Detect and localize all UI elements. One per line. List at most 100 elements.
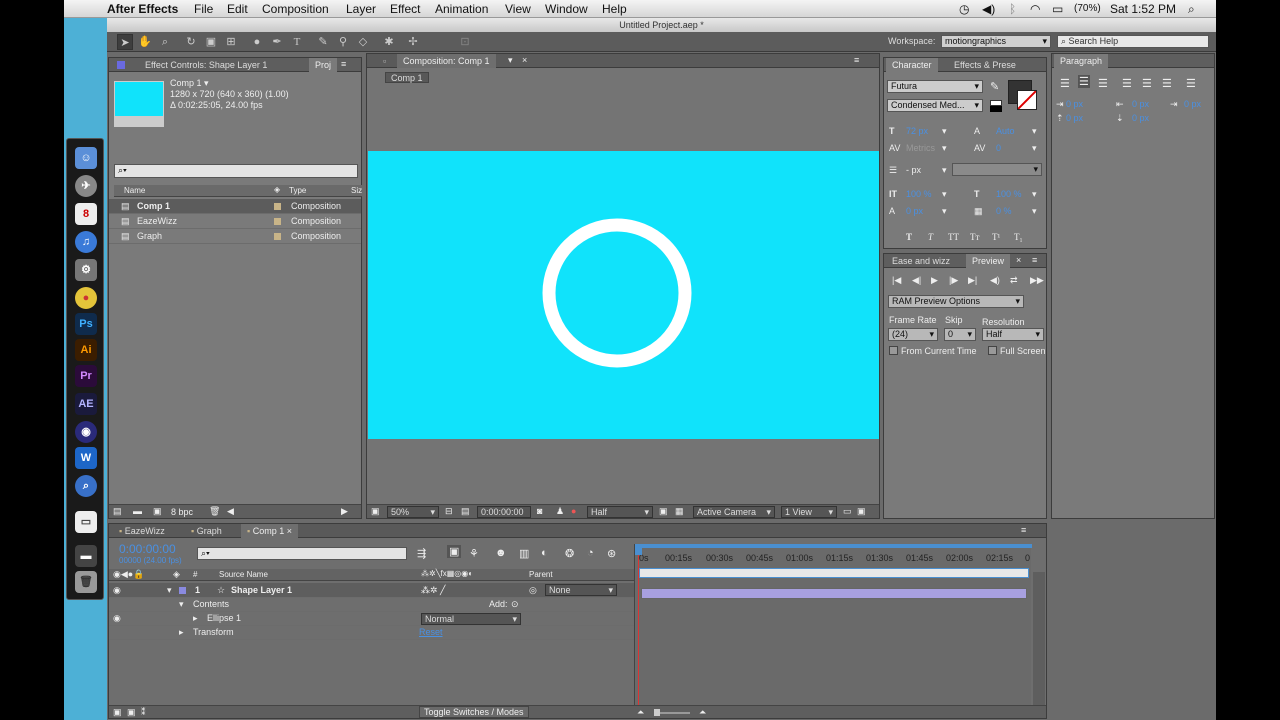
first-line-indent-value[interactable]: 0 px	[1184, 99, 1201, 109]
pan-behind-tool-icon[interactable]: ⊞	[223, 34, 239, 50]
tab-paragraph[interactable]: Paragraph	[1054, 54, 1109, 68]
show-snapshot-icon[interactable]: ♟	[556, 506, 564, 517]
parent-column[interactable]: Parent	[529, 570, 553, 579]
cinema4d-icon[interactable]: ◉	[75, 421, 97, 443]
layer-duration-bar[interactable]	[641, 588, 1027, 599]
space-before-value[interactable]: 0 px	[1066, 113, 1083, 123]
itunes-icon[interactable]: ♫	[75, 231, 97, 253]
toggle-pixel-aspect-icon[interactable]: ▭	[843, 506, 852, 517]
panel-menu-icon[interactable]: ≡	[341, 59, 346, 69]
tab-project[interactable]: Proj	[309, 58, 338, 72]
panel-menu-icon[interactable]: ≡	[1021, 525, 1026, 535]
tracking-value[interactable]: 0	[996, 143, 1001, 153]
launchpad-icon[interactable]: ✈	[75, 175, 97, 197]
column-size[interactable]: Siz	[351, 186, 362, 195]
illustrator-icon[interactable]: Ai	[75, 339, 97, 361]
label-column-icon[interactable]: ◈	[173, 569, 180, 580]
scroll-left-icon[interactable]: ◀	[227, 506, 234, 517]
volume-icon[interactable]: ◀)	[982, 2, 995, 16]
spotlight-icon[interactable]: ⌕	[1188, 2, 1195, 17]
label-swatch[interactable]	[274, 218, 281, 225]
column-name[interactable]: Name	[124, 186, 145, 195]
project-item[interactable]: ▤ Comp 1 Composition	[109, 199, 361, 214]
interpret-footage-icon[interactable]: ▤	[113, 506, 122, 517]
subscript-icon[interactable]: T₁	[1014, 232, 1023, 242]
project-item[interactable]: ▤ Graph Composition	[109, 229, 361, 244]
collapse-icon[interactable]: ▸	[179, 627, 184, 638]
justify-left-icon[interactable]: ☰	[1122, 77, 1132, 90]
channel-icon[interactable]: ●	[571, 506, 576, 516]
font-family-select[interactable]: Futura ▾	[887, 80, 983, 93]
resolution-select[interactable]: Half ▾	[587, 506, 653, 518]
search-help-input[interactable]: ⌕ Search Help	[1057, 35, 1209, 48]
chevron-down-icon[interactable]: ▾	[942, 206, 947, 217]
stroke-color-swatch[interactable]	[1017, 90, 1037, 110]
ellipse-stroke[interactable]	[542, 218, 692, 368]
layer-switches-icon[interactable]: ⁂✲ ╱	[421, 585, 445, 596]
tab-effects-presets[interactable]: Effects & Prese	[948, 58, 1022, 72]
snap-icon[interactable]: ⊡	[457, 34, 473, 50]
column-type[interactable]: Type	[289, 186, 306, 195]
next-frame-icon[interactable]: |▶	[949, 275, 958, 286]
indent-right-value[interactable]: 0 px	[1132, 99, 1149, 109]
bluetooth-icon[interactable]: ᛒ	[1009, 2, 1016, 16]
selection-tool-icon[interactable]: ➤	[117, 34, 133, 50]
tab-effect-controls[interactable]: Effect Controls: Shape Layer 1	[139, 58, 273, 72]
justify-right-icon[interactable]: ☰	[1162, 77, 1172, 90]
align-right-icon[interactable]: ☰	[1098, 77, 1108, 90]
last-frame-icon[interactable]: ▶|	[968, 275, 977, 286]
full-screen-checkbox[interactable]	[988, 346, 997, 355]
stroke-style-select[interactable]: ▾	[952, 163, 1042, 176]
workspace-select[interactable]: motiongraphics ▾	[941, 35, 1051, 48]
zoom-tool-icon[interactable]: ⌕	[157, 34, 173, 50]
snapshot-icon[interactable]: ◙	[537, 506, 542, 516]
timeline-timecode[interactable]: 0:00:00:00	[119, 542, 176, 556]
first-frame-icon[interactable]: |◀	[892, 275, 901, 286]
scroll-right-icon[interactable]: ▶	[341, 506, 348, 517]
collapse-icon[interactable]: ▸	[193, 613, 198, 624]
all-caps-icon[interactable]: TT	[948, 232, 959, 242]
close-icon[interactable]: ×	[522, 55, 527, 65]
menu-file[interactable]: File	[194, 2, 213, 16]
timeline-search-input[interactable]: ⌕▾	[197, 547, 407, 560]
chevron-down-icon[interactable]: ▾	[942, 126, 947, 137]
faux-bold-icon[interactable]: T	[906, 232, 912, 242]
fast-previews-icon[interactable]: ▣	[857, 506, 866, 517]
zoom-select[interactable]: 50% ▾	[387, 506, 439, 518]
chevron-down-icon[interactable]: ▾	[942, 165, 947, 176]
tab-preview[interactable]: Preview	[966, 254, 1011, 268]
indent-left-value[interactable]: 0 px	[1066, 99, 1083, 109]
comp-viewer-canvas[interactable]	[368, 151, 879, 439]
modes-toggle-icon[interactable]: ▣	[127, 707, 136, 718]
label-swatch[interactable]	[274, 203, 281, 210]
timeline-zoom-slider-handle[interactable]	[654, 709, 660, 716]
skip-select[interactable]: 0 ▾	[944, 328, 976, 341]
horizontal-scale-value[interactable]: 100 %	[996, 189, 1022, 199]
label-swatch[interactable]	[274, 233, 281, 240]
rotate-tool-icon[interactable]: ↻	[183, 34, 199, 50]
menu-window[interactable]: Window	[545, 2, 588, 16]
work-area-range[interactable]	[639, 568, 1029, 578]
motion-blur-icon[interactable]: ◐	[541, 547, 548, 559]
timeline-scrollbar[interactable]	[1033, 572, 1045, 712]
small-caps-icon[interactable]: Tᴛ	[970, 232, 979, 242]
comp-mini-flowchart-icon[interactable]: ⇶	[417, 547, 426, 560]
preview-icon[interactable]: ▣	[371, 506, 380, 517]
align-left-icon[interactable]: ☰	[1060, 77, 1070, 90]
av-features-icon[interactable]: ◉◀●🔒	[113, 569, 144, 580]
clone-stamp-tool-icon[interactable]: ⚲	[335, 34, 351, 50]
source-name-column[interactable]: Source Name	[219, 570, 268, 579]
transparency-grid-icon[interactable]: ▦	[675, 506, 684, 517]
play-icon[interactable]: ▶	[931, 275, 938, 286]
camera-tool-icon[interactable]: ▣	[203, 34, 219, 50]
eraser-tool-icon[interactable]: ◇	[355, 34, 371, 50]
time-machine-icon[interactable]: ◷	[959, 2, 969, 16]
battery-icon[interactable]: ▭	[1052, 2, 1063, 16]
comp-breadcrumb[interactable]: Comp 1	[385, 72, 429, 83]
frame-rate-select[interactable]: (24) ▾	[888, 328, 938, 341]
current-time-indicator[interactable]	[638, 548, 639, 716]
roto-brush-tool-icon[interactable]: ✱	[381, 34, 397, 50]
device-icon[interactable]: ▬	[75, 545, 97, 567]
type-tool-icon[interactable]: T	[289, 34, 305, 50]
photoshop-icon[interactable]: Ps	[75, 313, 97, 335]
